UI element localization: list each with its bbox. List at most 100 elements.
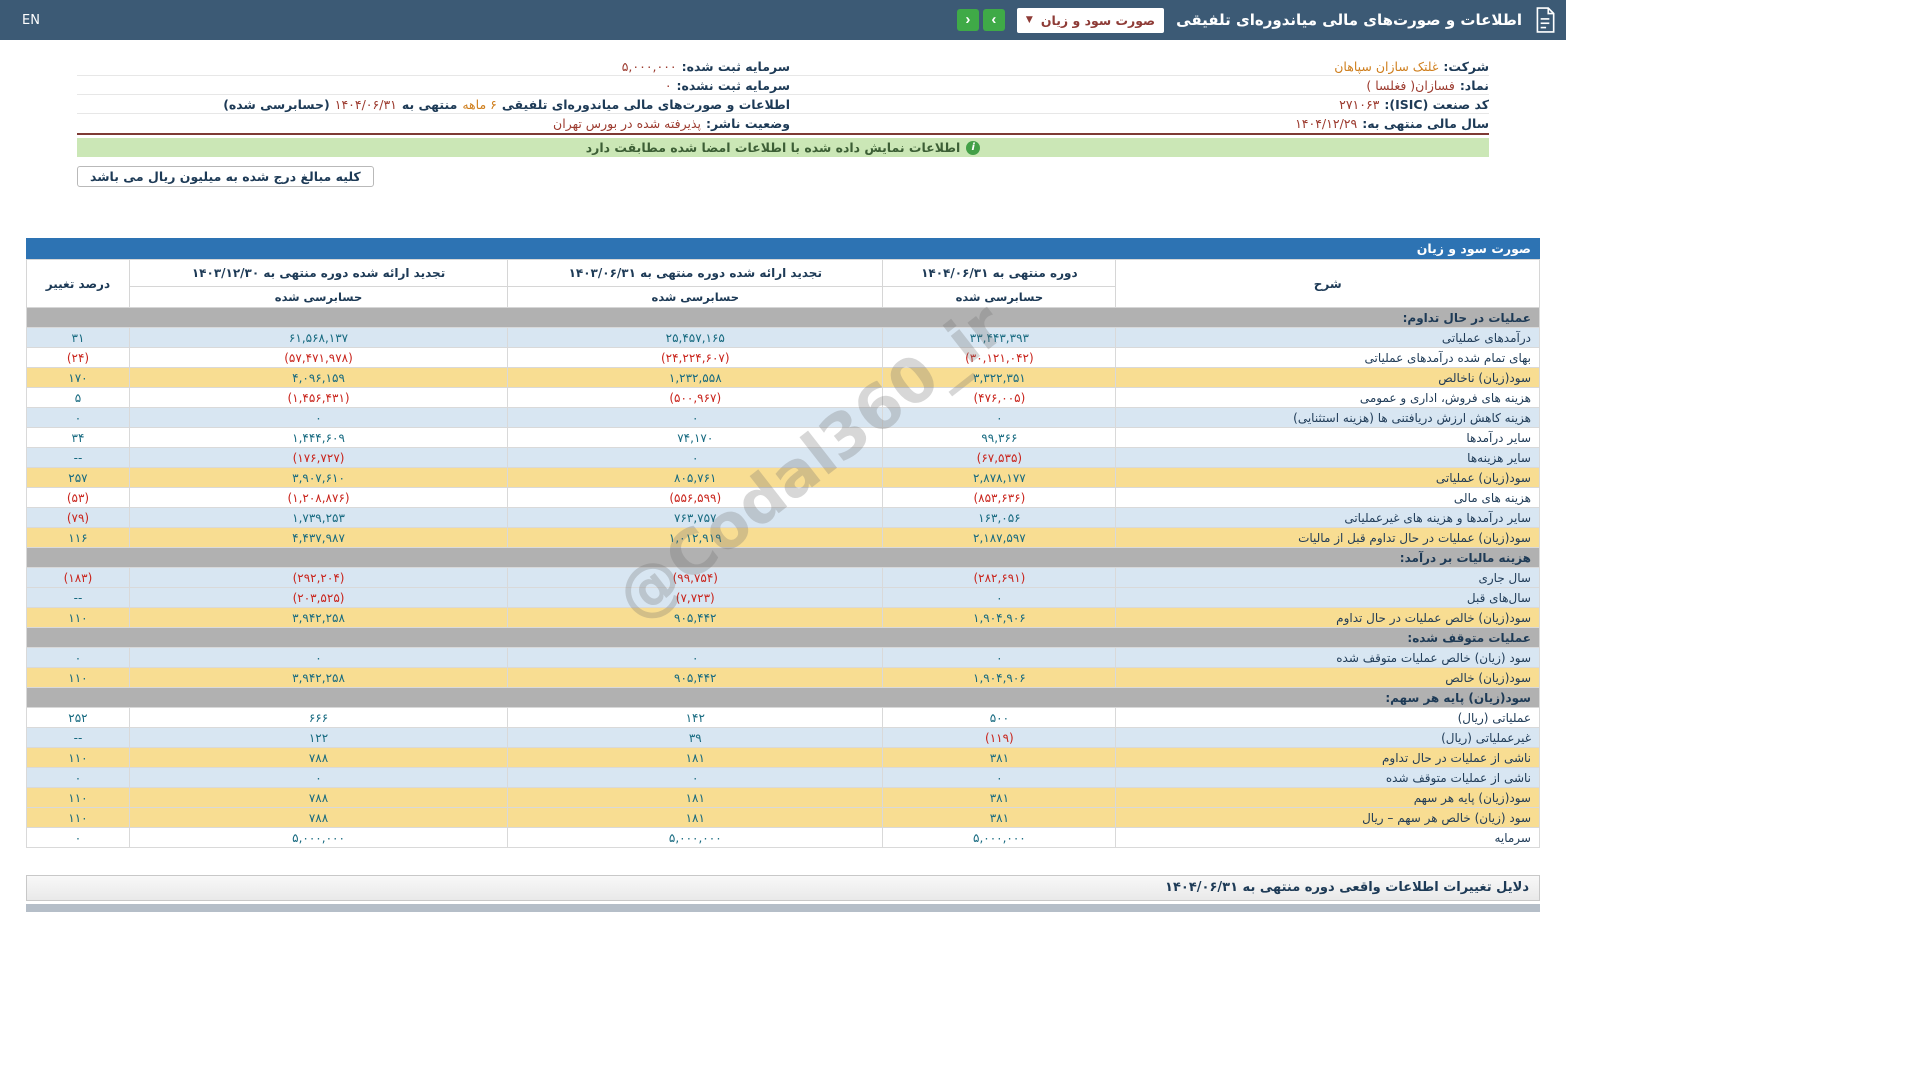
row-label: ناشی از عملیات متوقف شده xyxy=(1116,768,1540,788)
row-value: (۹۹,۷۵۴) xyxy=(508,568,883,588)
unit-note: کلیه مبالغ درج شده به میلیون ریال می باش… xyxy=(77,166,374,187)
row-label: سود(زیان) پایه هر سهم xyxy=(1116,788,1540,808)
row-label: هزینه کاهش ارزش دریافتنی ها (هزینه استثن… xyxy=(1116,408,1540,428)
section-label: عملیات در حال تداوم: xyxy=(27,308,1540,328)
row-value: ۰ xyxy=(508,648,883,668)
statement-row: درآمدهای عملیاتی۳۳,۴۴۳,۳۹۳۲۵,۴۵۷,۱۶۵۶۱,۵… xyxy=(27,328,1540,348)
statement-section-row: سود(زیان) پایه هر سهم: xyxy=(27,688,1540,708)
row-value: ۱۸۱ xyxy=(508,808,883,828)
next-statement-button[interactable]: › xyxy=(983,9,1005,31)
company-info-row: نماد: فسازان( فغلسا ) xyxy=(790,76,1489,95)
statement-table: شرح دوره منتهی به ۱۴۰۴/۰۶/۳۱ تجدید ارائه… xyxy=(26,259,1540,848)
statement-nav: › ‹ xyxy=(957,9,1005,31)
row-label: درآمدهای عملیاتی xyxy=(1116,328,1540,348)
row-value: (۱,۴۵۶,۴۳۱) xyxy=(129,388,507,408)
document-icon xyxy=(1534,7,1556,33)
row-value: ۱,۲۳۲,۵۵۸ xyxy=(508,368,883,388)
income-statement: صورت سود و زیان شرح دوره منتهی به ۱۴۰۴/۰… xyxy=(26,238,1540,848)
row-value: ۲۵,۴۵۷,۱۶۵ xyxy=(508,328,883,348)
col-period3: تجدید ارائه شده دوره منتهی به ۱۴۰۳/۱۲/۳۰ xyxy=(129,260,507,287)
company-field-label: شرکت: xyxy=(1443,59,1489,74)
company-field-value: ۵,۰۰۰,۰۰۰ xyxy=(622,59,677,74)
row-value: ۳,۹۴۲,۲۵۸ xyxy=(129,668,507,688)
row-change-pct: ۰ xyxy=(27,768,130,788)
row-value: ۰ xyxy=(129,768,507,788)
row-value: ۹۰۵,۴۴۲ xyxy=(508,608,883,628)
signature-match-text: اطلاعات نمایش داده شده با اطلاعات امضا ش… xyxy=(586,140,961,155)
statement-section-row: عملیات در حال تداوم: xyxy=(27,308,1540,328)
statement-row: بهای تمام شده درآمدهای عملیاتی(۳۰,۱۲۱,۰۴… xyxy=(27,348,1540,368)
company-field-label: سال مالی منتهی به: xyxy=(1362,116,1489,131)
row-value: ۷۴,۱۷۰ xyxy=(508,428,883,448)
row-value: ۲,۸۷۸,۱۷۷ xyxy=(883,468,1116,488)
row-change-pct: ۱۱۰ xyxy=(27,788,130,808)
company-info-right: شرکت:غلتک سازان سپاهاننماد:فسازان( فغلسا… xyxy=(790,57,1489,133)
statement-row: سود(زیان) ناخالص۳,۳۲۲,۳۵۱۱,۲۳۲,۵۵۸۴,۰۹۶,… xyxy=(27,368,1540,388)
statement-row: سایر درآمدها و هزینه های غیرعملیاتی۱۶۳,۰… xyxy=(27,508,1540,528)
statement-header: شرح دوره منتهی به ۱۴۰۴/۰۶/۳۱ تجدید ارائه… xyxy=(27,260,1540,308)
row-value: (۱۱۹) xyxy=(883,728,1116,748)
codal-page: اطلاعات و صورت‌های مالی میاندوره‌ای تلفی… xyxy=(0,0,1566,1080)
company-field-label: نماد: xyxy=(1460,78,1489,93)
statement-section-row: هزینه مالیات بر درآمد: xyxy=(27,548,1540,568)
statement-row: غیرعملیاتی (ریال)(۱۱۹)۳۹۱۲۲-- xyxy=(27,728,1540,748)
row-value: ۷۸۸ xyxy=(129,788,507,808)
row-value: ۲,۱۸۷,۵۹۷ xyxy=(883,528,1116,548)
row-change-pct: ۱۱۰ xyxy=(27,668,130,688)
app-header: اطلاعات و صورت‌های مالی میاندوره‌ای تلفی… xyxy=(0,0,1566,40)
statement-title: صورت سود و زیان xyxy=(26,238,1540,259)
row-value: ۶۶۶ xyxy=(129,708,507,728)
reasons-header: دلایل تغییرات اطلاعات واقعی دوره منتهی ب… xyxy=(26,875,1540,901)
row-change-pct: -- xyxy=(27,728,130,748)
row-change-pct: ۱۱۰ xyxy=(27,808,130,828)
row-value: ۳۳,۴۴۳,۳۹۳ xyxy=(883,328,1116,348)
row-value: ۰ xyxy=(883,768,1116,788)
statement-row: عملیاتی (ریال)۵۰۰۱۴۲۶۶۶۲۵۲ xyxy=(27,708,1540,728)
prev-statement-button[interactable]: ‹ xyxy=(957,9,979,31)
company-field-label: سرمایه ثبت شده: xyxy=(682,59,790,74)
info-icon: i xyxy=(966,141,980,155)
company-info-row: سرمایه ثبت نشده:۰ xyxy=(77,76,790,95)
statement-row: ناشی از عملیات در حال تداوم۳۸۱۱۸۱۷۸۸۱۱۰ xyxy=(27,748,1540,768)
row-label: سود (زیان) خالص عملیات متوقف شده xyxy=(1116,648,1540,668)
company-field-value: پذیرفته شده در بورس تهران xyxy=(553,116,701,131)
row-value: (۲۹۲,۲۰۴) xyxy=(129,568,507,588)
company-field-label: کد صنعت (ISIC): xyxy=(1384,97,1489,112)
section-label: هزینه مالیات بر درآمد: xyxy=(27,548,1540,568)
statement-row: سرمایه۵,۰۰۰,۰۰۰۵,۰۰۰,۰۰۰۵,۰۰۰,۰۰۰۰ xyxy=(27,828,1540,848)
row-change-pct: ۰ xyxy=(27,408,130,428)
col-audited-3: حسابرسی شده xyxy=(129,287,507,308)
row-value: ۰ xyxy=(508,768,883,788)
company-field-value: ۱۴۰۴/۱۲/۲۹ xyxy=(1295,116,1357,131)
row-value: (۲۸۲,۶۹۱) xyxy=(883,568,1116,588)
statement-row: سایر هزینه‌ها(۶۷,۵۳۵)۰(۱۷۶,۷۲۷)-- xyxy=(27,448,1540,468)
chevron-down-icon: ▼ xyxy=(1026,15,1033,25)
row-value: ۴,۰۹۶,۱۵۹ xyxy=(129,368,507,388)
row-value: ۳۸۱ xyxy=(883,788,1116,808)
row-value: (۱۷۶,۷۲۷) xyxy=(129,448,507,468)
statement-type-dropdown[interactable]: صورت سود و زیان ▼ xyxy=(1017,8,1164,33)
row-label: هزینه های مالی xyxy=(1116,488,1540,508)
row-value: (۵۵۶,۵۹۹) xyxy=(508,488,883,508)
statement-row: سود(زیان) خالص۱,۹۰۴,۹۰۶۹۰۵,۴۴۲۳,۹۴۲,۲۵۸۱… xyxy=(27,668,1540,688)
row-change-pct: ۱۱۶ xyxy=(27,528,130,548)
unit-note-wrap: کلیه مبالغ درج شده به میلیون ریال می باش… xyxy=(77,166,1489,187)
row-label: عملیاتی (ریال) xyxy=(1116,708,1540,728)
company-info-row: اطلاعات و صورت‌های مالی میاندوره‌ای تلفی… xyxy=(77,95,790,114)
row-label: غیرعملیاتی (ریال) xyxy=(1116,728,1540,748)
row-value: ۱۲۲ xyxy=(129,728,507,748)
company-field-value: فسازان( فغلسا ) xyxy=(1366,78,1454,93)
company-field-label: سرمایه ثبت نشده: xyxy=(677,78,791,93)
language-toggle[interactable]: EN xyxy=(10,13,40,28)
col-change: درصد تغییر xyxy=(27,260,130,308)
row-value: ۵۰۰ xyxy=(883,708,1116,728)
row-change-pct: ۳۱ xyxy=(27,328,130,348)
row-change-pct: ۵ xyxy=(27,388,130,408)
row-value: ۱,۴۴۴,۶۰۹ xyxy=(129,428,507,448)
row-change-pct: ۰ xyxy=(27,648,130,668)
row-label: سال جاری xyxy=(1116,568,1540,588)
statement-body: عملیات در حال تداوم:درآمدهای عملیاتی۳۳,۴… xyxy=(27,308,1540,848)
row-value: (۵۷,۴۷۱,۹۷۸) xyxy=(129,348,507,368)
row-value: ۶۱,۵۶۸,۱۳۷ xyxy=(129,328,507,348)
row-label: سود(زیان) عملیاتی xyxy=(1116,468,1540,488)
